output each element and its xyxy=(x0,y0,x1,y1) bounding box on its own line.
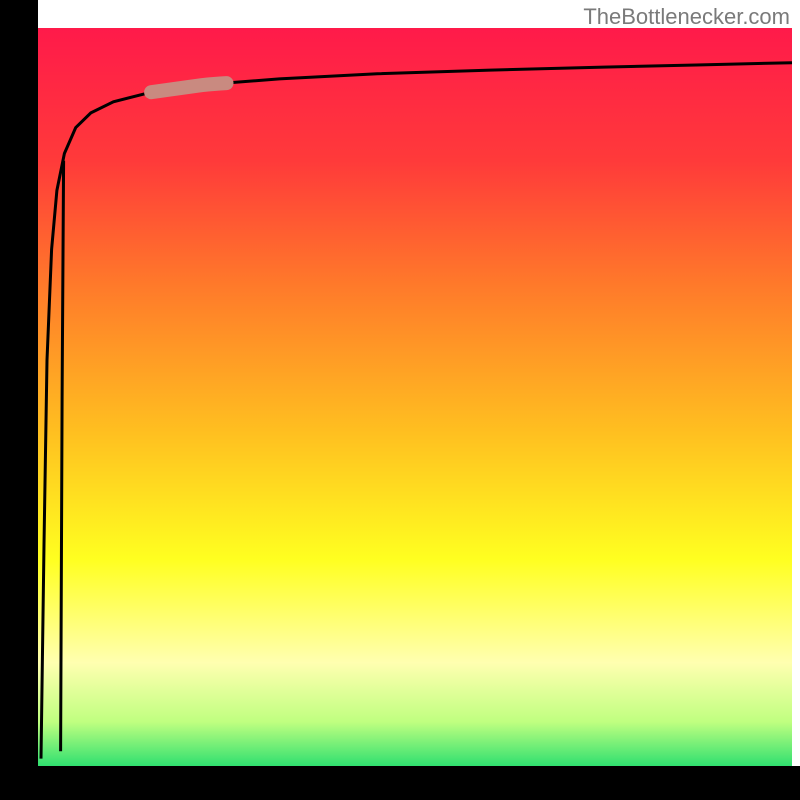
curve-highlight xyxy=(151,83,226,92)
watermark-text: TheBottlenecker.com xyxy=(583,4,790,30)
plot-background xyxy=(38,28,792,766)
axis-left xyxy=(0,0,38,800)
chart-svg xyxy=(0,0,800,800)
axis-bottom xyxy=(0,766,800,800)
chart-container: TheBottlenecker.com xyxy=(0,0,800,800)
